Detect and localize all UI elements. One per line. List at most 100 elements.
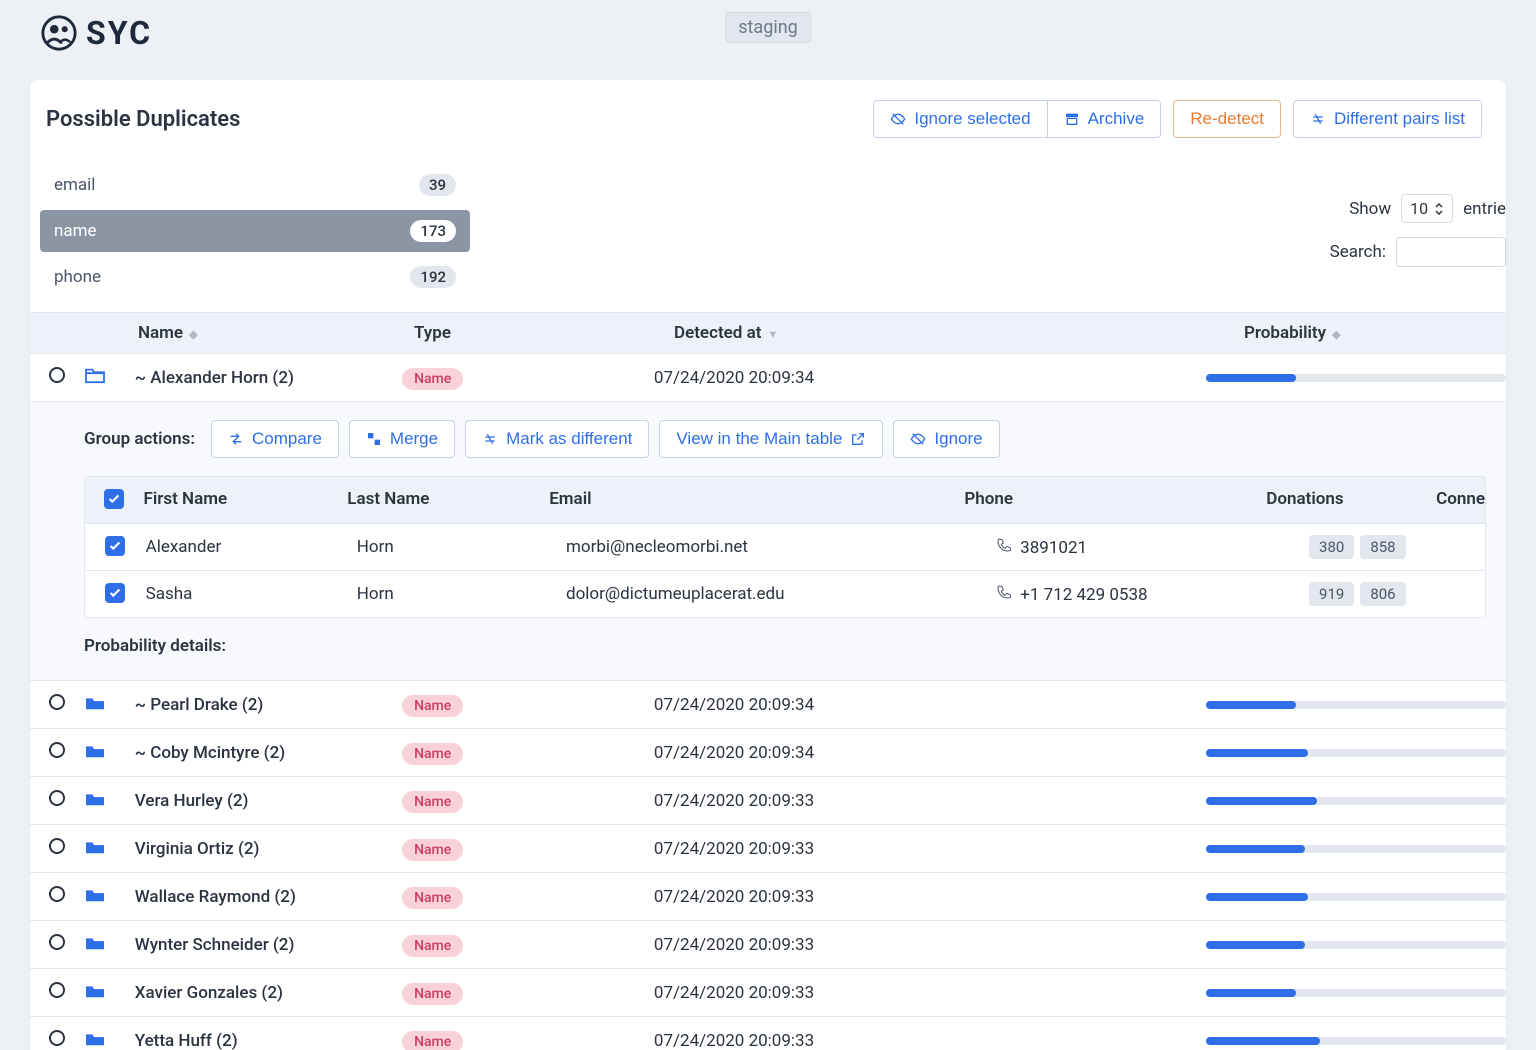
sub-table-header: First Name Last Name Email Phone Donatio… [85, 477, 1485, 524]
redetect-button[interactable]: Re-detect [1173, 100, 1281, 138]
cell-donations: 380858 [1309, 537, 1485, 557]
type-pill: Name [402, 368, 463, 390]
subcol-fname[interactable]: First Name [144, 489, 348, 511]
cell-email: dolor@dictumeuplacerat.edu [566, 584, 996, 604]
sort-icon: ▼ [767, 328, 778, 341]
cell-fname: Sasha [146, 584, 357, 604]
different-pairs-button[interactable]: Different pairs list [1293, 100, 1482, 138]
ignore-selected-button[interactable]: Ignore selected [873, 100, 1047, 138]
eye-slash-icon [910, 431, 926, 447]
not-equal-icon [1310, 111, 1326, 127]
row-checkbox[interactable] [105, 536, 125, 556]
entries-suffix: entrie [1463, 199, 1506, 219]
subcol-lname[interactable]: Last Name [347, 489, 549, 511]
detected-at: 07/24/2020 20:09:34 [654, 695, 1206, 715]
page-title: Possible Duplicates [46, 107, 240, 132]
col-probability[interactable]: Probability◆ [1244, 323, 1506, 343]
archive-label: Archive [1088, 109, 1145, 129]
search-label: Search: [1330, 242, 1386, 262]
folder-open-icon[interactable] [84, 366, 131, 389]
subcol-email[interactable]: Email [549, 489, 964, 511]
show-label: Show [1349, 199, 1391, 219]
col-detected[interactable]: Detected at▼ [674, 323, 1244, 343]
facet-email[interactable]: email39 [40, 164, 470, 206]
subcol-phone[interactable]: Phone [964, 489, 1266, 511]
table-row[interactable]: Virginia Ortiz (2)Name07/24/2020 20:09:3… [30, 825, 1506, 873]
group-name: ~ Coby Mcintyre (2) [131, 743, 402, 763]
mark-different-button[interactable]: Mark as different [465, 420, 649, 458]
table-row[interactable]: ~ Alexander Horn (2) Name 07/24/2020 20:… [30, 354, 1506, 401]
col-name[interactable]: Name◆ [134, 323, 414, 343]
sort-icon: ◆ [1332, 328, 1340, 341]
table-row[interactable]: Yetta Huff (2)Name07/24/2020 20:09:33 [30, 1017, 1506, 1050]
table-row[interactable]: Wynter Schneider (2)Name07/24/2020 20:09… [30, 921, 1506, 969]
table-row[interactable]: Xavier Gonzales (2)Name07/24/2020 20:09:… [30, 969, 1506, 1017]
ignore-selected-label: Ignore selected [914, 109, 1030, 129]
view-main-button[interactable]: View in the Main table [659, 420, 883, 458]
probability-bar [1206, 701, 1506, 709]
detected-at: 07/24/2020 20:09:34 [654, 368, 1206, 388]
cell-email: morbi@necleomorbi.net [566, 537, 996, 557]
row-radio[interactable] [49, 790, 65, 806]
detected-at: 07/24/2020 20:09:33 [654, 839, 1206, 859]
sub-row[interactable]: AlexanderHornmorbi@necleomorbi.net389102… [85, 524, 1485, 571]
select-all-checkbox[interactable] [104, 489, 124, 509]
probability-bar [1206, 845, 1506, 853]
detected-at: 07/24/2020 20:09:33 [654, 935, 1206, 955]
table-row[interactable]: ~ Coby Mcintyre (2)Name07/24/2020 20:09:… [30, 729, 1506, 777]
group-name: ~ Pearl Drake (2) [131, 695, 402, 715]
folder-icon[interactable] [84, 885, 131, 908]
probability-bar [1206, 749, 1506, 757]
col-type[interactable]: Type [414, 323, 674, 343]
row-radio[interactable] [49, 982, 65, 998]
logo-text: SYC [86, 14, 152, 52]
type-pill: Name [402, 791, 463, 813]
row-radio[interactable] [49, 694, 65, 710]
sub-table: First Name Last Name Email Phone Donatio… [84, 476, 1486, 618]
folder-icon[interactable] [84, 741, 131, 764]
row-checkbox[interactable] [105, 583, 125, 603]
group-name: Wallace Raymond (2) [131, 887, 402, 907]
compare-icon [228, 431, 244, 447]
folder-icon[interactable] [84, 693, 131, 716]
group-name: Yetta Huff (2) [131, 1031, 402, 1050]
row-radio[interactable] [49, 886, 65, 902]
entries-value: 10 [1410, 199, 1428, 218]
entries-select[interactable]: 10 [1401, 194, 1453, 223]
table-row[interactable]: Vera Hurley (2)Name07/24/2020 20:09:33 [30, 777, 1506, 825]
row-radio[interactable] [49, 838, 65, 854]
row-radio[interactable] [49, 934, 65, 950]
facet-name[interactable]: name173 [40, 210, 470, 252]
select-caret-icon [1434, 203, 1444, 215]
table-row[interactable]: ~ Pearl Drake (2)Name07/24/2020 20:09:34 [30, 681, 1506, 729]
facet-list: email39name173phone192 [40, 152, 470, 302]
table-controls: Show 10 entrie Search: [1330, 152, 1506, 302]
folder-icon[interactable] [84, 789, 131, 812]
search-row: Search: [1330, 237, 1506, 267]
group-name: ~ Alexander Horn (2) [131, 368, 402, 388]
detected-at: 07/24/2020 20:09:33 [654, 791, 1206, 811]
cell-fname: Alexander [146, 537, 357, 557]
row-radio[interactable] [49, 367, 65, 383]
folder-icon[interactable] [84, 1029, 131, 1050]
ignore-button[interactable]: Ignore [893, 420, 999, 458]
subcol-connections[interactable]: Conne [1436, 489, 1485, 511]
table-row[interactable]: Wallace Raymond (2)Name07/24/2020 20:09:… [30, 873, 1506, 921]
logo[interactable]: SYC [40, 14, 152, 52]
detected-at: 07/24/2020 20:09:34 [654, 743, 1206, 763]
archive-button[interactable]: Archive [1048, 100, 1162, 138]
folder-icon[interactable] [84, 933, 131, 956]
sub-row[interactable]: SashaHorndolor@dictumeuplacerat.edu+1 71… [85, 571, 1485, 617]
row-radio[interactable] [49, 742, 65, 758]
search-input[interactable] [1396, 237, 1506, 267]
folder-icon[interactable] [84, 981, 131, 1004]
folder-icon[interactable] [84, 837, 131, 860]
logo-icon [40, 14, 78, 52]
facet-count: 39 [419, 174, 456, 196]
facet-phone[interactable]: phone192 [40, 256, 470, 298]
facet-count: 192 [410, 266, 456, 288]
compare-button[interactable]: Compare [211, 420, 339, 458]
merge-button[interactable]: Merge [349, 420, 455, 458]
subcol-donations[interactable]: Donations [1266, 489, 1436, 511]
row-radio[interactable] [49, 1030, 65, 1046]
